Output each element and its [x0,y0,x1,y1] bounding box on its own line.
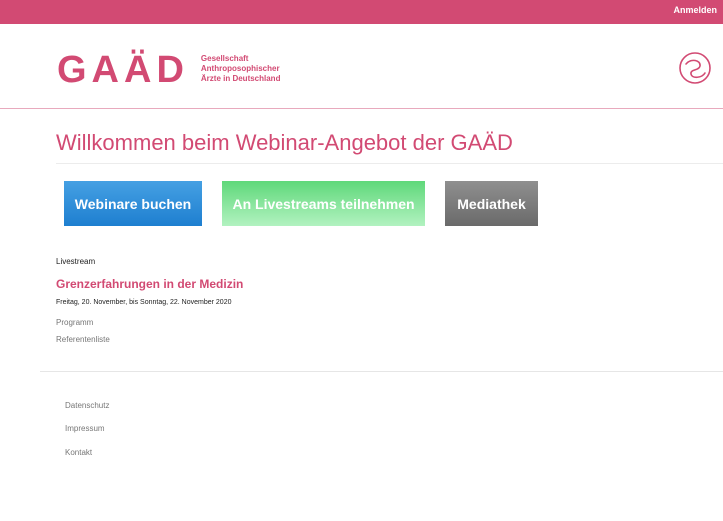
logo-mark: GAÄD [57,49,189,91]
title-divider [56,163,723,164]
privacy-link[interactable]: Datenschutz [65,401,109,410]
spiral-logo-icon [679,52,711,84]
book-webinars-button[interactable]: Webinare buchen [64,181,202,226]
contact-link[interactable]: Kontakt [65,448,92,457]
event-category: Livestream [56,257,96,266]
site-logo[interactable]: GAÄD Gesellschaft Anthroposophischer Ärz… [57,50,280,90]
login-link[interactable]: Anmelden [673,5,717,15]
logo-line: Ärzte in Deutschland [200,74,281,83]
event-date: Freitag, 20. November, bis Sonntag, 22. … [56,299,232,306]
footer-divider [40,371,723,372]
logo-text: Gesellschaft Anthroposophischer Ärzte in… [201,54,281,84]
speakers-link[interactable]: Referentenliste [56,335,110,344]
logo-line: Gesellschaft [200,54,249,63]
site-header: GAÄD Gesellschaft Anthroposophischer Ärz… [0,24,723,109]
program-link[interactable]: Programm [56,318,93,327]
top-bar: Anmelden [0,0,723,24]
join-livestreams-button[interactable]: An Livestreams teilnehmen [222,181,425,226]
event-title-link[interactable]: Grenzerfahrungen in der Medizin [56,277,243,291]
logo-line: Anthroposophischer [200,64,280,73]
page-title: Willkommen beim Webinar-Angebot der GAÄD [56,130,513,155]
page: Anmelden GAÄD Gesellschaft Anthroposophi… [0,0,723,521]
media-library-button[interactable]: Mediathek [445,181,538,226]
imprint-link[interactable]: Impressum [65,424,105,433]
